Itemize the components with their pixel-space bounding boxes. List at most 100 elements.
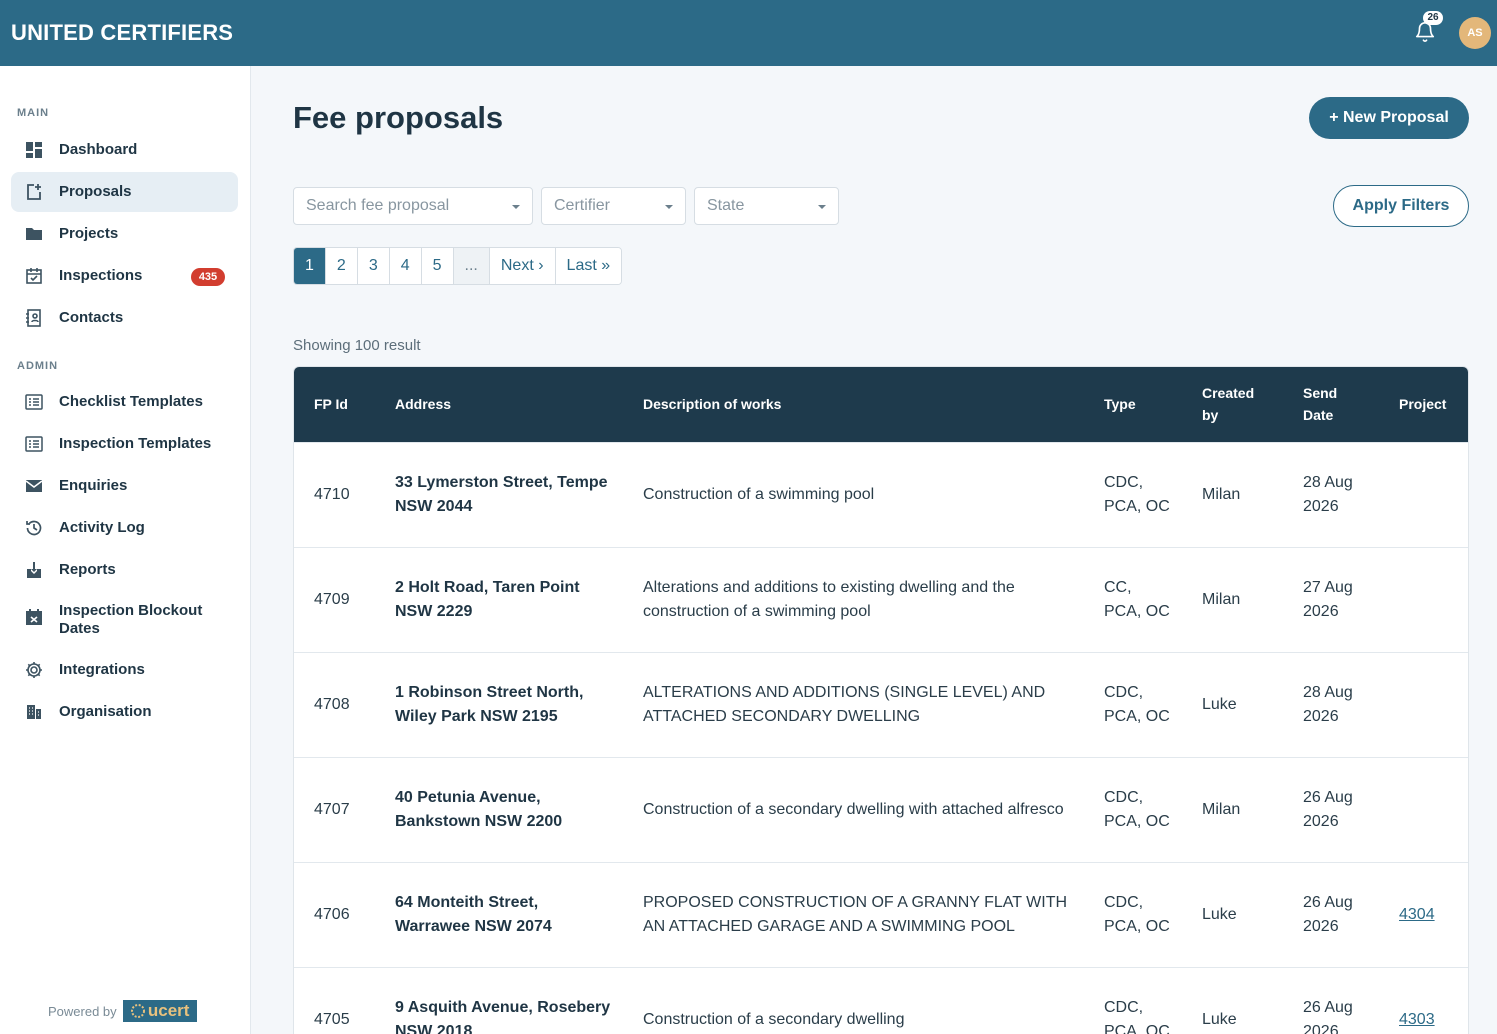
cell-type: CDC, PCA, OC [1084, 756, 1182, 862]
apply-filters-button[interactable]: Apply Filters [1333, 185, 1469, 227]
sidebar: MAIN Dashboard Proposals Projects Inspec… [0, 66, 251, 1034]
sidebar-item-reports[interactable]: Reports [11, 550, 238, 590]
cell-fp-id: 4707 [294, 756, 375, 862]
table-row[interactable]: 4706 64 Monteith Street, Warrawee NSW 20… [294, 861, 1468, 967]
cell-type: CDC, PCA, OC [1084, 966, 1182, 1034]
new-proposal-button[interactable]: + New Proposal [1309, 97, 1469, 139]
cell-description: ALTERATIONS AND ADDITIONS (SINGLE LEVEL)… [623, 651, 1084, 757]
sidebar-item-inspections[interactable]: Inspections 435 [11, 256, 238, 296]
ucert-logo-text: ucert [147, 1001, 190, 1020]
page-1-button[interactable]: 1 [294, 248, 326, 284]
inspections-badge: 435 [191, 268, 225, 286]
sidebar-item-contacts[interactable]: Contacts [11, 298, 238, 338]
certifier-placeholder: Certifier [554, 197, 611, 214]
sidebar-item-activity-log[interactable]: Activity Log [11, 508, 238, 548]
table-row[interactable]: 4709 2 Holt Road, Taren Point NSW 2229 A… [294, 546, 1468, 652]
column-header-created-by: Created by [1202, 385, 1255, 424]
state-placeholder: State [707, 197, 745, 214]
cell-project: 4303 [1379, 966, 1468, 1034]
cell-description: Construction of a swimming pool [623, 441, 1084, 547]
cell-project [1379, 441, 1468, 547]
cell-project [1379, 756, 1468, 862]
template-icon [25, 436, 43, 452]
sidebar-item-label: Enquiries [59, 477, 128, 494]
cell-address: 1 Robinson Street North, Wiley Park NSW … [375, 651, 623, 757]
table-row[interactable]: 4707 40 Petunia Avenue, Bankstown NSW 22… [294, 756, 1468, 862]
sidebar-item-checklist-templates[interactable]: Checklist Templates [11, 382, 238, 422]
pagination: 1 2 3 4 5 ... Next › Last » [293, 247, 623, 285]
cell-send-date: 26 Aug 2026 [1283, 861, 1379, 967]
sidebar-item-proposals[interactable]: Proposals [11, 172, 238, 212]
dashboard-icon [26, 142, 42, 158]
sidebar-item-inspection-blockout-dates[interactable]: Inspection Blockout Dates [11, 600, 238, 640]
column-header-fp-id: FP Id [314, 396, 348, 413]
cell-description: Construction of a secondary dwelling [623, 966, 1084, 1034]
sidebar-item-projects[interactable]: Projects [11, 214, 238, 254]
ucert-logo-mark-icon [130, 1004, 145, 1018]
page-3-button[interactable]: 3 [357, 248, 390, 284]
next-page-button[interactable]: Next › [489, 248, 556, 284]
sidebar-item-label: Inspection Templates [59, 435, 212, 452]
avatar[interactable]: AS [1459, 17, 1491, 49]
sidebar-section-admin: ADMIN [17, 360, 59, 372]
sidebar-item-label: Inspections [59, 267, 143, 284]
page-ellipsis: ... [453, 248, 490, 284]
sidebar-item-label: Activity Log [59, 519, 145, 536]
sidebar-item-label: Organisation [59, 703, 152, 720]
project-link[interactable]: 4303 [1399, 1011, 1435, 1028]
column-header-send-date: Send Date [1303, 385, 1338, 424]
cell-send-date: 26 Aug 2026 [1283, 966, 1379, 1034]
sidebar-item-label: Proposals [59, 183, 132, 200]
chevron-down-icon [512, 205, 520, 209]
sidebar-item-dashboard[interactable]: Dashboard [11, 130, 238, 170]
cell-description: Construction of a secondary dwelling wit… [623, 756, 1084, 862]
proposals-table: FP Id Address Description of works Type … [293, 366, 1469, 1034]
column-header-description: Description of works [643, 396, 782, 413]
sidebar-item-label: Checklist Templates [59, 393, 203, 410]
cell-address: 2 Holt Road, Taren Point NSW 2229 [375, 546, 623, 652]
sidebar-item-enquiries[interactable]: Enquiries [11, 466, 238, 506]
state-select[interactable]: State [694, 187, 839, 225]
calendar-x-icon [26, 609, 42, 625]
cell-project [1379, 546, 1468, 652]
sidebar-item-integrations[interactable]: Integrations [11, 650, 238, 690]
folder-icon [26, 228, 42, 240]
cell-created-by: Luke [1182, 861, 1283, 967]
cell-type: CDC, PCA, OC [1084, 651, 1182, 757]
cell-created-by: Milan [1182, 756, 1283, 862]
checklist-icon [25, 394, 43, 410]
cell-created-by: Milan [1182, 441, 1283, 547]
sidebar-item-label: Integrations [59, 661, 145, 678]
cell-send-date: 26 Aug 2026 [1283, 756, 1379, 862]
project-link[interactable]: 4304 [1399, 906, 1435, 923]
sidebar-item-label: Dashboard [59, 141, 138, 158]
result-count: Showing 100 result [293, 337, 421, 354]
chevron-down-icon [665, 205, 673, 209]
table-row[interactable]: 4708 1 Robinson Street North, Wiley Park… [294, 651, 1468, 757]
cell-created-by: Luke [1182, 966, 1283, 1034]
powered-by-text: Powered by [48, 1003, 117, 1019]
top-bar: UNITED CERTIFIERS 26 AS [0, 0, 1497, 66]
brand-title[interactable]: UNITED CERTIFIERS [11, 20, 233, 46]
cell-address: 9 Asquith Avenue, Rosebery NSW 2018 [375, 966, 623, 1034]
search-proposal-placeholder: Search fee proposal [306, 197, 450, 214]
page-4-button[interactable]: 4 [389, 248, 422, 284]
calendar-check-icon [26, 268, 42, 284]
page-2-button[interactable]: 2 [325, 248, 358, 284]
cell-send-date: 28 Aug 2026 [1283, 651, 1379, 757]
certifier-select[interactable]: Certifier [541, 187, 686, 225]
cell-fp-id: 4708 [294, 651, 375, 757]
ucert-logo: ucert [122, 1000, 197, 1022]
sidebar-item-organisation[interactable]: Organisation [11, 692, 238, 732]
sidebar-item-label: Contacts [59, 309, 124, 326]
sidebar-item-inspection-templates[interactable]: Inspection Templates [11, 424, 238, 464]
table-row[interactable]: 4705 9 Asquith Avenue, Rosebery NSW 2018… [294, 966, 1468, 1034]
sidebar-item-label: Reports [59, 561, 116, 578]
cell-project [1379, 651, 1468, 757]
table-row[interactable]: 4710 33 Lymerston Street, Tempe NSW 2044… [294, 441, 1468, 547]
column-header-type: Type [1104, 396, 1136, 413]
last-page-button[interactable]: Last » [555, 248, 622, 284]
cell-fp-id: 4706 [294, 861, 375, 967]
search-proposal-select[interactable]: Search fee proposal [293, 187, 533, 225]
page-5-button[interactable]: 5 [421, 248, 454, 284]
